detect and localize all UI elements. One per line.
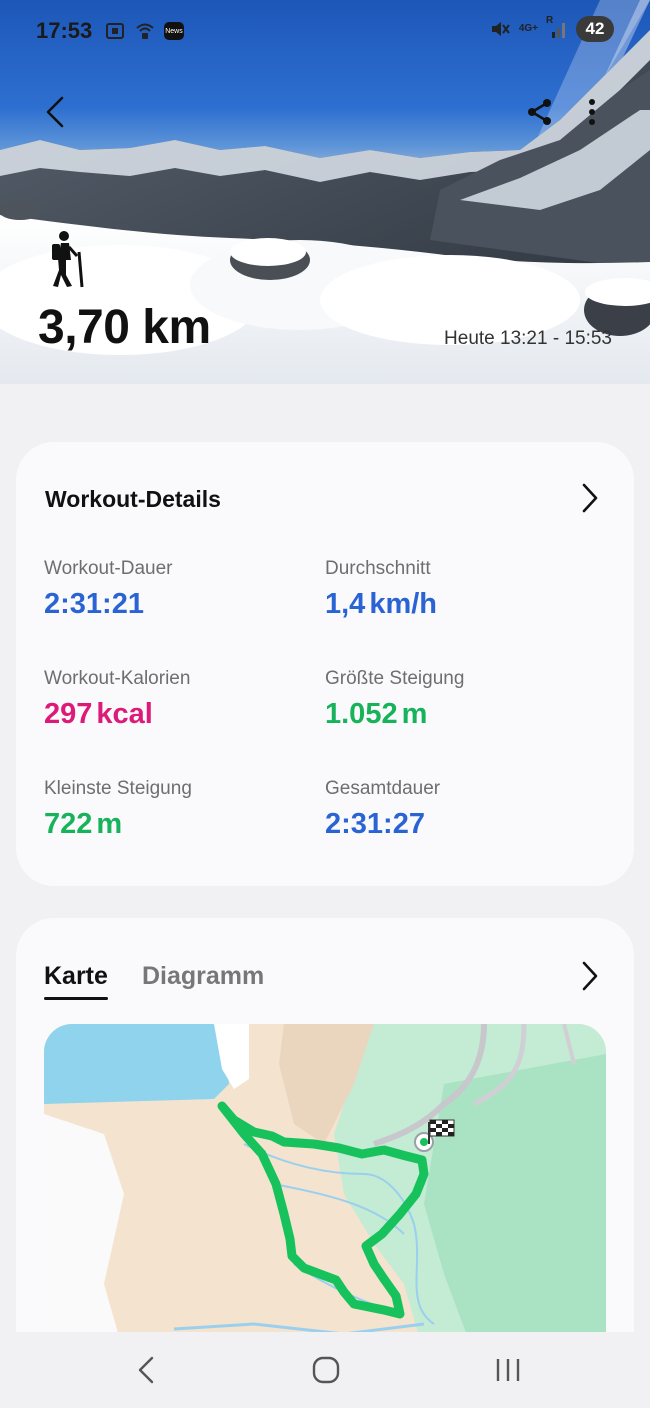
nav-home-icon bbox=[312, 1356, 340, 1384]
nav-recents-button[interactable] bbox=[488, 1352, 528, 1388]
status-bar: 17:53 News 4G+ R 42 bbox=[0, 0, 650, 62]
stat-value: 1,4 km/h bbox=[325, 588, 438, 620]
news-icon: News bbox=[164, 22, 184, 40]
stat-value: 297 kcal bbox=[44, 698, 153, 730]
workout-details-card[interactable]: Workout-Details Workout-Dauer 2:31:21 Du… bbox=[16, 442, 634, 886]
map-open-button[interactable] bbox=[572, 958, 608, 994]
stat-workout-calories: Workout-Kalorien 297 kcal bbox=[44, 668, 190, 731]
stat-workout-duration: Workout-Dauer 2:31:21 bbox=[44, 558, 172, 621]
nav-back-button[interactable] bbox=[126, 1352, 166, 1388]
tab-diagramm[interactable]: Diagramm bbox=[142, 962, 264, 991]
share-icon bbox=[528, 99, 551, 125]
mute-icon bbox=[489, 18, 511, 40]
hero-header: 17:53 News 4G+ R 42 3,70 km Heute 13:21 … bbox=[0, 0, 650, 384]
stat-min-elevation: Kleinste Steigung 722 m bbox=[44, 778, 192, 841]
stat-value: 2:31:21 bbox=[44, 588, 144, 620]
stat-label: Durchschnitt bbox=[325, 558, 431, 579]
nav-back-icon bbox=[138, 1356, 154, 1384]
system-navigation-bar bbox=[0, 1332, 650, 1408]
stat-label: Größte Steigung bbox=[325, 668, 465, 689]
workout-details-title: Workout-Details bbox=[45, 486, 221, 512]
chevron-right-icon bbox=[582, 483, 598, 513]
more-options-button[interactable] bbox=[572, 92, 612, 132]
stat-total-duration: Gesamtdauer 2:31:27 bbox=[325, 778, 440, 841]
nav-recents-icon bbox=[496, 1359, 520, 1381]
tab-karte[interactable]: Karte bbox=[44, 962, 108, 1000]
stat-value: 722 m bbox=[44, 808, 123, 840]
stat-label: Workout-Dauer bbox=[44, 558, 173, 579]
stat-average-speed: Durchschnitt 1,4 km/h bbox=[325, 558, 437, 621]
share-button[interactable] bbox=[520, 92, 560, 132]
back-button[interactable] bbox=[36, 92, 76, 132]
stat-value: 2:31:27 bbox=[325, 808, 425, 840]
distance-value: 3,70 km bbox=[38, 301, 211, 354]
route-map[interactable] bbox=[44, 1024, 606, 1354]
back-arrow-icon bbox=[46, 96, 64, 128]
battery-indicator: 42 bbox=[576, 16, 614, 42]
more-vertical-icon bbox=[589, 99, 595, 125]
wifi-lock-icon bbox=[134, 20, 156, 42]
nav-home-button[interactable] bbox=[306, 1352, 346, 1388]
network-type-label: 4G+ bbox=[518, 23, 538, 34]
route-map-card: Karte Diagramm bbox=[16, 918, 634, 1378]
stat-label: Workout-Kalorien bbox=[44, 668, 191, 689]
chevron-right-icon bbox=[582, 961, 598, 991]
hiker-icon bbox=[52, 231, 84, 288]
route-map-graphic bbox=[44, 1024, 606, 1354]
roaming-label: R bbox=[546, 15, 554, 26]
stat-value: 1.052 m bbox=[325, 698, 428, 730]
screenshot-icon bbox=[104, 20, 126, 42]
stat-label: Gesamtdauer bbox=[325, 778, 441, 799]
workout-details-open-button[interactable] bbox=[572, 480, 608, 516]
clock: 17:53 bbox=[36, 18, 93, 43]
workout-time-range: Heute 13:21 - 15:53 bbox=[444, 328, 612, 349]
stat-label: Kleinste Steigung bbox=[44, 778, 192, 799]
stat-max-elevation: Größte Steigung 1.052 m bbox=[325, 668, 464, 731]
signal-icon: R bbox=[546, 15, 568, 40]
